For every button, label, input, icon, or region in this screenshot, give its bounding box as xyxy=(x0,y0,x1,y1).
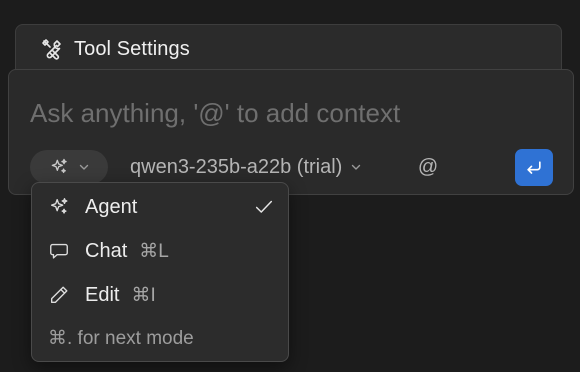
model-picker[interactable]: qwen3-235b-a22b (trial) xyxy=(130,150,362,184)
send-button[interactable] xyxy=(515,149,553,186)
mode-picker-button[interactable] xyxy=(30,150,108,184)
prompt-input[interactable]: Ask anything, '@' to add context xyxy=(30,98,400,129)
composer-toolbar: qwen3-235b-a22b (trial) @ xyxy=(30,149,554,186)
sparkles-icon xyxy=(49,157,69,177)
menu-item-shortcut: ⌘I xyxy=(131,284,156,306)
menu-item-label: Edit xyxy=(85,283,120,306)
menu-item-label: Agent xyxy=(85,195,138,218)
pencil-icon xyxy=(47,284,71,306)
tool-settings-title: Tool Settings xyxy=(74,37,190,60)
menu-item-shortcut: ⌘L xyxy=(139,240,169,262)
tool-settings-header[interactable]: Tool Settings xyxy=(40,37,190,61)
menu-item-label: Chat xyxy=(85,239,128,262)
chat-bubble-icon xyxy=(47,240,71,262)
chevron-down-icon xyxy=(78,161,90,173)
mention-button[interactable]: @ xyxy=(416,150,440,184)
menu-hint: ⌘. for next mode xyxy=(48,328,194,349)
mode-menu: Agent Chat ⌘L Edit ⌘I ⌘. for next mode xyxy=(31,182,289,362)
menu-item-chat[interactable]: Chat ⌘L xyxy=(47,236,275,266)
tools-icon xyxy=(40,37,64,61)
menu-item-agent[interactable]: Agent xyxy=(47,192,275,222)
checkmark-icon xyxy=(253,196,275,223)
menu-item-edit[interactable]: Edit ⌘I xyxy=(47,280,275,310)
chevron-down-icon xyxy=(350,161,362,173)
chat-composer[interactable]: Ask anything, '@' to add context qwen3-2… xyxy=(8,69,574,195)
sparkles-icon xyxy=(47,196,71,218)
app-root: Tool Settings Ask anything, '@' to add c… xyxy=(0,0,580,372)
enter-icon xyxy=(524,158,544,178)
model-name: qwen3-235b-a22b (trial) xyxy=(130,155,343,178)
